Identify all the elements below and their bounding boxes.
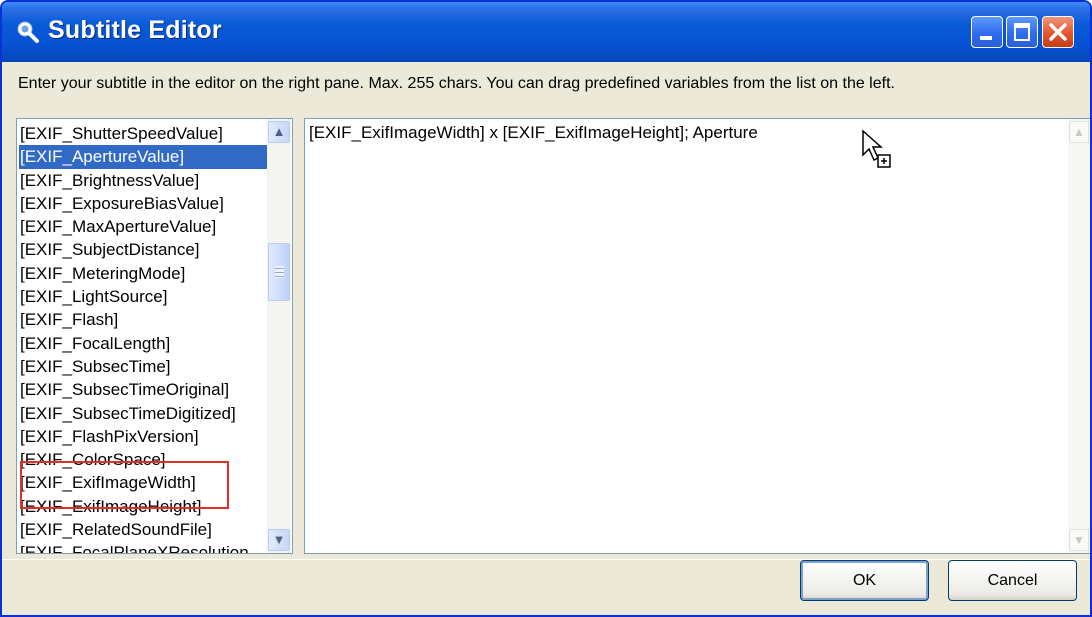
scroll-up-arrow-icon: ▲ [1073,125,1085,139]
scroll-up-button[interactable]: ▲ [268,121,290,143]
variable-list-item[interactable]: [EXIF_RelatedSoundFile] [19,518,267,541]
highlight-annotation [20,461,229,509]
variable-list-item[interactable]: [EXIF_SubsecTime] [19,355,267,378]
close-button[interactable] [1042,16,1074,48]
scroll-thumb[interactable] [268,243,290,301]
editor-scroll-down-button[interactable]: ▼ [1069,529,1089,551]
scroll-up-arrow-icon: ▲ [272,124,286,139]
variable-list-item[interactable]: [EXIF_ApertureValue] [19,145,267,169]
title-bar[interactable]: Subtitle Editor [2,2,1090,62]
close-icon [1049,23,1067,41]
minimize-icon [980,36,992,40]
subtitle-editor-textarea[interactable]: [EXIF_ExifImageWidth] x [EXIF_ExifImageH… [304,118,1090,554]
minimize-button[interactable] [971,16,1003,48]
cancel-button[interactable]: Cancel [948,560,1077,601]
variable-list-item[interactable]: [EXIF_FocalLength] [19,332,267,355]
subtitle-editor-value: [EXIF_ExifImageWidth] x [EXIF_ExifImageH… [309,123,758,142]
variable-list-item[interactable]: [EXIF_LightSource] [19,285,267,308]
variable-list-item[interactable]: [EXIF_ShutterSpeedValue] [19,122,267,145]
variable-list-item[interactable]: [EXIF_SubsecTimeOriginal] [19,378,267,401]
drag-copy-cursor-icon [862,129,891,168]
variable-list-item[interactable]: [EXIF_FocalPlaneXResolution [19,541,267,553]
variable-list-scrollbar[interactable]: ▲ ▼ [267,119,291,553]
window-title: Subtitle Editor [48,16,222,44]
app-icon [17,21,39,43]
ok-button[interactable]: OK [800,560,929,601]
variable-list-item[interactable]: [EXIF_BrightnessValue] [19,169,267,192]
variable-list-item[interactable]: [EXIF_FlashPixVersion] [19,425,267,448]
scroll-down-button[interactable]: ▼ [268,529,290,551]
scroll-thumb-grip [275,266,284,278]
instruction-text: Enter your subtitle in the editor on the… [18,75,895,92]
editor-scroll-up-button[interactable]: ▲ [1069,121,1089,143]
variable-list-item[interactable]: [EXIF_Flash] [19,308,267,331]
variable-list-item[interactable]: [EXIF_SubsecTimeDigitized] [19,402,267,425]
variable-list-item[interactable]: [EXIF_ExposureBiasValue] [19,192,267,215]
scroll-down-arrow-icon: ▼ [1073,533,1085,547]
variable-list[interactable]: [EXIF_ShutterSpeedValue] [EXIF_ApertureVa… [16,118,293,554]
maximize-icon [1014,23,1030,41]
variable-list-item[interactable]: [EXIF_SubjectDistance] [19,238,267,261]
editor-scrollbar[interactable]: ▲ ▼ [1068,119,1090,553]
variable-list-item[interactable]: [EXIF_MeteringMode] [19,262,267,285]
scroll-down-arrow-icon: ▼ [272,532,286,547]
subtitle-editor-window: Subtitle Editor Enter your subtitle in t… [0,0,1092,617]
variable-list-item[interactable]: [EXIF_MaxApertureValue] [19,215,267,238]
maximize-button[interactable] [1006,16,1038,48]
